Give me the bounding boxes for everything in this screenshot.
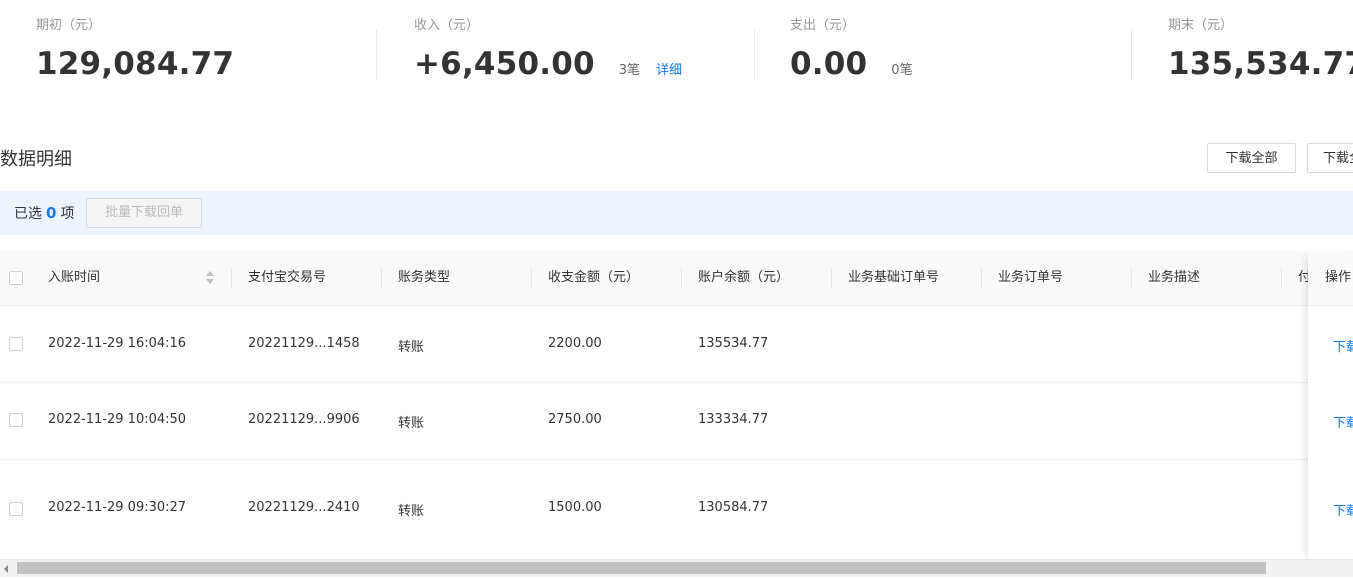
column-header-operation: 操作 bbox=[1325, 270, 1352, 285]
closing-balance-stat: 期末（元） 135,534.77 bbox=[1168, 16, 1353, 82]
row-download-link[interactable]: 下载 bbox=[1333, 336, 1353, 355]
column-divider bbox=[531, 268, 532, 288]
section-title: 数据明细 bbox=[0, 149, 72, 170]
column-header-base-order-no: 业务基础订单号 bbox=[848, 270, 940, 285]
selection-suffix: 项 bbox=[60, 206, 75, 222]
column-divider bbox=[681, 268, 682, 288]
column-header-description: 业务描述 bbox=[1148, 270, 1201, 285]
row-time: 2022-11-29 10:04:50 bbox=[48, 412, 187, 427]
row-balance: 135534.77 bbox=[698, 336, 769, 351]
selection-count: 0 bbox=[46, 204, 57, 222]
column-divider bbox=[381, 268, 382, 288]
summary-divider bbox=[1131, 30, 1132, 80]
income-value: +6,450.00 bbox=[414, 46, 595, 82]
row-amount: 1500.00 bbox=[548, 500, 602, 515]
row-type: 转账 bbox=[398, 504, 425, 519]
select-all-checkbox[interactable] bbox=[9, 271, 23, 285]
operation-header-cell: 操作 bbox=[1308, 251, 1353, 306]
column-header-order-no: 业务订单号 bbox=[998, 270, 1064, 285]
column-header-amount: 收支金额（元） bbox=[548, 270, 640, 285]
expense-count: 0笔 bbox=[891, 63, 913, 78]
table-header: 入账时间 支付宝交易号 账务类型 收支金额（元） 账户余额（元） 业务基础订单号… bbox=[0, 251, 1353, 306]
scrollbar-thumb[interactable] bbox=[17, 562, 1266, 574]
row-amount: 2200.00 bbox=[548, 336, 602, 351]
income-label: 收入（元） bbox=[414, 18, 480, 33]
expense-value: 0.00 bbox=[790, 46, 868, 82]
column-divider bbox=[1281, 268, 1282, 288]
row-checkbox[interactable] bbox=[9, 337, 23, 351]
selection-bar: 已选 0 项 批量下载回单 bbox=[0, 191, 1353, 235]
table-row: 2022-11-29 10:04:50 20221129...9906 转账 2… bbox=[0, 383, 1353, 460]
row-trade-no: 20221129...2410 bbox=[248, 500, 360, 515]
row-balance: 130584.77 bbox=[698, 500, 769, 515]
row-download-link[interactable]: 下载 bbox=[1333, 412, 1353, 431]
download-all-button[interactable]: 下载全部 bbox=[1207, 143, 1296, 173]
summary-divider bbox=[376, 30, 377, 80]
column-header-type: 账务类型 bbox=[398, 270, 451, 285]
opening-balance-label: 期初（元） bbox=[36, 18, 102, 33]
row-trade-no: 20221129...1458 bbox=[248, 336, 360, 351]
sort-icon[interactable] bbox=[206, 271, 214, 285]
closing-balance-label: 期末（元） bbox=[1168, 18, 1234, 33]
column-header-balance: 账户余额（元） bbox=[698, 270, 790, 285]
row-checkbox[interactable] bbox=[9, 413, 23, 427]
table-row: 2022-11-29 16:04:16 20221129...1458 转账 2… bbox=[0, 306, 1353, 383]
expense-stat: 支出（元） 0.00 0笔 bbox=[790, 16, 913, 82]
row-time: 2022-11-29 09:30:27 bbox=[48, 500, 187, 515]
row-balance: 133334.77 bbox=[698, 412, 769, 427]
summary-panel: 期初（元） 129,084.77 收入（元） +6,450.00 3笔 详细 支… bbox=[0, 0, 1353, 100]
selection-prefix: 已选 bbox=[14, 206, 42, 222]
income-count: 3笔 bbox=[618, 63, 641, 78]
scroll-left-arrow-icon[interactable] bbox=[4, 565, 8, 573]
summary-divider bbox=[754, 30, 755, 80]
table-row: 2022-11-29 09:30:27 20221129...2410 转账 1… bbox=[0, 460, 1353, 558]
batch-download-receipts-button[interactable]: 批量下载回单 bbox=[86, 198, 202, 228]
transactions-table: 入账时间 支付宝交易号 账务类型 收支金额（元） 账户余额（元） 业务基础订单号… bbox=[0, 251, 1353, 559]
income-stat: 收入（元） +6,450.00 3笔 详细 bbox=[414, 16, 682, 82]
download-partial-button[interactable]: 下载全 bbox=[1307, 143, 1353, 173]
column-divider bbox=[231, 268, 232, 288]
row-time: 2022-11-29 16:04:16 bbox=[48, 336, 187, 351]
closing-balance-value: 135,534.77 bbox=[1168, 46, 1353, 82]
row-type: 转账 bbox=[398, 340, 425, 355]
selection-summary: 已选 0 项 bbox=[14, 203, 74, 223]
column-divider bbox=[831, 268, 832, 288]
expense-label: 支出（元） bbox=[790, 18, 856, 33]
horizontal-scrollbar[interactable] bbox=[0, 559, 1353, 577]
column-header-time[interactable]: 入账时间 bbox=[48, 251, 100, 305]
row-type: 转账 bbox=[398, 416, 425, 431]
column-header-trade-no: 支付宝交易号 bbox=[248, 270, 327, 285]
row-amount: 2750.00 bbox=[548, 412, 602, 427]
row-checkbox[interactable] bbox=[9, 502, 23, 516]
row-trade-no: 20221129...9906 bbox=[248, 412, 360, 427]
row-download-link[interactable]: 下载 bbox=[1333, 500, 1353, 519]
opening-balance-stat: 期初（元） 129,084.77 bbox=[36, 16, 234, 82]
operation-column: 操作 下载 下载 下载 bbox=[1308, 251, 1353, 559]
opening-balance-value: 129,084.77 bbox=[36, 46, 235, 82]
income-detail-link[interactable]: 详细 bbox=[656, 59, 682, 78]
column-divider bbox=[1131, 268, 1132, 288]
column-divider bbox=[981, 268, 982, 288]
